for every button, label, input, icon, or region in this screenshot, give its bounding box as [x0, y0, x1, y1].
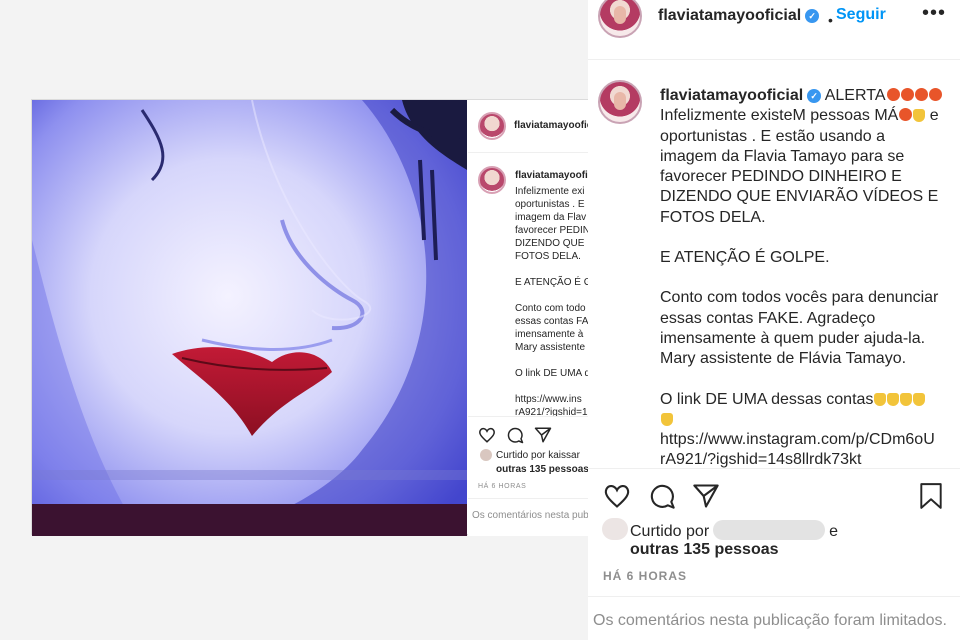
zoom-header-avatar[interactable] [598, 0, 642, 38]
caption-line-2-end: e [925, 107, 939, 125]
caption-first-line: flaviatamayooficial ✓ ALERTA [660, 86, 956, 106]
thumbs-down-emoji-icon [900, 392, 913, 406]
caption-username[interactable]: flaviatamayooficial ✓ [660, 87, 822, 104]
small-comment-icon[interactable] [506, 426, 524, 444]
thumbs-down-emoji-icon [874, 392, 887, 406]
caption-body-2: Conto com todos vocês para denunciar ess… [660, 289, 939, 368]
thumbs-down-emoji-icon [887, 392, 900, 406]
caption-verified-badge-icon: ✓ [807, 89, 822, 103]
more-options-icon[interactable]: ••• [922, 2, 946, 25]
small-header-avatar[interactable] [478, 112, 506, 140]
liked-by[interactable]: Curtido por e [630, 520, 838, 541]
zoom-header: flaviatamayooficial ✓ • Seguir ••• [588, 0, 960, 60]
small-comments-divider [468, 498, 592, 499]
heart-icon[interactable] [602, 482, 632, 510]
small-header-username[interactable]: flaviatamayoofici [514, 120, 592, 131]
angry-emoji-icon [886, 88, 900, 101]
small-post-sidebar: flaviatamayoofici flaviatamayoofi Infeli… [468, 100, 592, 536]
small-liked-others[interactable]: outras 135 pessoas [496, 464, 589, 475]
post-time: HÁ 6 HORAS [603, 569, 688, 583]
liked-by-avatar [602, 518, 628, 540]
small-action-bar [478, 426, 552, 444]
small-liked-avatar [480, 449, 492, 461]
thumbs-down-emoji-icon [913, 109, 926, 123]
caption-body-1: oportunistas . E estão usando a imagem d… [660, 127, 939, 226]
caption-username-text[interactable]: flaviatamayooficial [660, 87, 803, 104]
zoom-header-username[interactable]: flaviatamayooficial ✓ [658, 7, 820, 25]
small-comments-limited: Os comentários nesta pub [472, 510, 589, 521]
caption-alert: E ATENÇÃO É GOLPE. [660, 249, 830, 267]
thumbs-down-emoji-icon [913, 392, 926, 406]
angry-emoji-icon [928, 88, 942, 101]
comment-icon[interactable] [648, 482, 676, 510]
small-caption-text: Infelizmente exi oportunistas . E imagem… [515, 186, 592, 418]
small-heart-icon[interactable] [478, 426, 496, 444]
liked-by-prefix: Curtido por [630, 523, 710, 540]
post-image-clown-face [32, 100, 467, 536]
small-share-icon[interactable] [534, 426, 552, 444]
caption-alerta: ALERTA [824, 87, 886, 104]
zoom-caption: flaviatamayooficial ✓ ALERTA Infelizmente… [660, 86, 956, 471]
angry-emoji-icon [900, 88, 914, 101]
verified-badge-icon: ✓ [805, 9, 820, 23]
zoom-comments-divider [588, 596, 960, 597]
header-separator-dot: • [828, 12, 833, 28]
zoom-action-bar [602, 482, 946, 512]
caption-line-2: Infelizmente existeM pessoas MÁ e [660, 106, 956, 126]
zoom-caption-avatar[interactable] [598, 80, 642, 124]
blurred-username [713, 520, 826, 540]
caption-thumbs-row [660, 410, 956, 430]
angry-emoji-icon [899, 108, 913, 122]
caption-link-intro-text: O link DE UMA dessas contas [660, 390, 874, 408]
small-post-screenshot: flaviatamayoofici flaviatamayoofi Infeli… [31, 99, 592, 536]
zoom-header-username-text[interactable]: flaviatamayooficial [658, 7, 801, 24]
small-caption-avatar[interactable] [478, 166, 506, 194]
thumbs-down-emoji-icon [661, 412, 673, 426]
comments-limited-notice: Os comentários nesta publicação foram li… [593, 612, 947, 629]
small-caption-username[interactable]: flaviatamayoofi [515, 170, 588, 181]
small-actions-divider [468, 416, 592, 417]
zoom-actions-divider [588, 468, 960, 469]
small-post-time: HÁ 6 HORAS [478, 483, 527, 490]
liked-others[interactable]: outras 135 pessoas [630, 541, 779, 559]
small-header-divider [468, 152, 592, 153]
follow-button[interactable]: Seguir [836, 6, 886, 24]
share-icon[interactable] [692, 482, 720, 510]
angry-emoji-icon [914, 88, 928, 101]
caption-link[interactable]: https://www.instagram.com/p/CDm6oU rA921… [660, 430, 956, 471]
liked-by-suffix: e [829, 523, 839, 540]
zoomed-post-sidebar: flaviatamayooficial ✓ • Seguir ••• flavia… [588, 0, 960, 640]
caption-link-intro: O link DE UMA dessas contas [660, 390, 956, 410]
small-liked-by[interactable]: Curtido por kaissar [496, 450, 580, 461]
bookmark-icon[interactable] [918, 482, 944, 510]
face-illustration [32, 100, 467, 536]
caption-line-2-text: Infelizmente existeM pessoas MÁ [660, 107, 899, 125]
collage: flaviatamayoofici flaviatamayoofi Infeli… [0, 0, 960, 640]
